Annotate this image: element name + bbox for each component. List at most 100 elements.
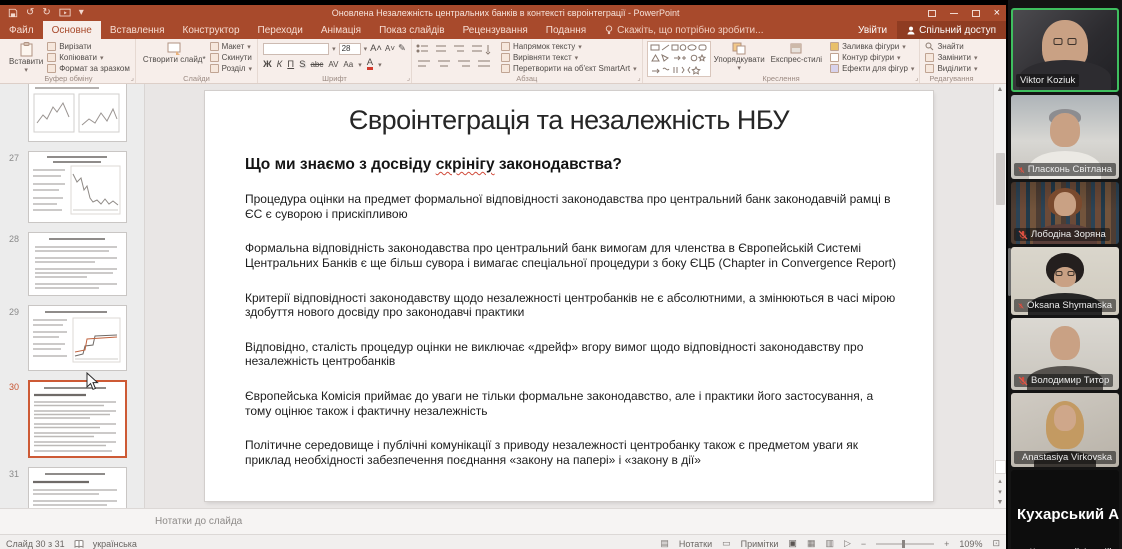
copy-button[interactable]: Копіювати▾ [46, 52, 131, 63]
drawing-dialog-launcher[interactable]: ⌟ [915, 74, 918, 82]
format-painter-button[interactable]: Формат за зразком [46, 63, 131, 74]
paste-button[interactable]: Вставити ▾ [6, 41, 46, 76]
redo-icon[interactable]: ↻ [42, 8, 50, 18]
sign-in-button[interactable]: Увійти [848, 21, 897, 39]
status-bar: Слайд 30 з 31 українська ▤ Нотатки ▭ При… [0, 534, 1006, 549]
shrink-font-button[interactable]: A˅ [385, 44, 395, 53]
grow-font-button[interactable]: A˄ [370, 43, 382, 54]
current-slide[interactable]: Євроінтеграція та незалежність НБУ Що ми… [205, 91, 933, 501]
next-slide-icon[interactable]: ▾ [998, 488, 1002, 496]
participant-tile[interactable]: Володимир Титор [1011, 318, 1119, 390]
slide-title[interactable]: Євроінтеграція та незалежність НБУ [205, 105, 933, 136]
new-slide-button[interactable]: Створити слайд* [140, 41, 209, 65]
restore-button[interactable] [972, 10, 980, 17]
previous-slide-icon[interactable]: ▴ [998, 477, 1002, 485]
thumbnail-slide-27[interactable]: 27 [0, 151, 144, 223]
zoom-slider[interactable] [876, 543, 934, 545]
participant-tile[interactable]: Пласконь Світлана [1011, 95, 1119, 179]
thumbnail-slide-31[interactable]: 31 [0, 467, 144, 508]
list-buttons-icons[interactable] [416, 43, 494, 55]
replace-button[interactable]: Замінити▾ [924, 52, 978, 63]
participant-tile[interactable]: Лободіна Зоряна [1011, 182, 1119, 244]
normal-view-button[interactable]: ▣ [788, 538, 797, 549]
tab-animations[interactable]: Анімація [312, 21, 370, 39]
tab-design[interactable]: Конструктор [174, 21, 249, 39]
scrollbar-page-area[interactable] [995, 460, 1006, 474]
notes-pane[interactable]: Нотатки до слайда [0, 508, 1006, 534]
font-name-combobox[interactable] [263, 43, 329, 55]
slide-sorter-view-button[interactable]: ▦ [807, 538, 816, 549]
tab-view[interactable]: Подання [537, 21, 595, 39]
arrange-button[interactable]: Упорядкувати ▾ [711, 41, 768, 74]
bold-button[interactable]: Ж [263, 59, 272, 70]
editor-scrollbar[interactable]: ▲ ▴ ▾ ▼ [993, 84, 1006, 508]
tab-review[interactable]: Рецензування [454, 21, 537, 39]
scroll-up-icon[interactable]: ▲ [997, 86, 1004, 93]
save-icon[interactable] [8, 8, 18, 18]
shape-fill-button[interactable]: Заливка фігури▾ [829, 41, 915, 52]
underline-button[interactable]: П [287, 59, 294, 70]
participant-tile[interactable]: Oksana Shymanska [1011, 247, 1119, 315]
slide-heading[interactable]: Що ми знаємо з досвіду скрінігу законода… [245, 156, 893, 174]
close-button[interactable]: × [994, 8, 1000, 19]
participant-tile-video-off[interactable]: Кухарський Андрій Кухарський Андрій [1011, 470, 1119, 549]
character-spacing-button[interactable]: AV [328, 60, 338, 69]
font-dialog-launcher[interactable]: ⌟ [407, 74, 410, 82]
share-button[interactable]: Спільний доступ [897, 21, 1006, 39]
find-button[interactable]: Знайти [924, 41, 978, 52]
alignment-buttons-icons[interactable] [416, 58, 494, 70]
slide-body-textbox[interactable]: Процедура оцінки на предмет формальної в… [245, 192, 899, 468]
section-button[interactable]: Розділ▾ [209, 63, 253, 74]
zoom-in-button[interactable]: + [944, 539, 949, 549]
thumbnail-slide-29[interactable]: 29 [0, 305, 144, 371]
cut-button[interactable]: Вирізати [46, 41, 131, 52]
slideshow-view-button[interactable]: ▷ [844, 538, 851, 549]
thumbnail-slide-28[interactable]: 28 [0, 232, 144, 296]
smartart-button[interactable]: Перетворити на об'єкт SmartArt▾ [500, 63, 638, 74]
reading-view-button[interactable]: ▥ [825, 538, 834, 549]
text-direction-button[interactable]: Напрямок тексту▾ [500, 41, 638, 52]
undo-icon[interactable]: ↺ [26, 8, 34, 18]
minimize-button[interactable] [950, 13, 958, 14]
change-case-button[interactable]: Aa [343, 60, 353, 69]
tab-slideshow[interactable]: Показ слайдів [370, 21, 454, 39]
scroll-down-icon[interactable]: ▼ [997, 499, 1004, 506]
shape-effects-button[interactable]: Ефекти для фігур▾ [829, 63, 915, 74]
tab-transitions[interactable]: Переходи [249, 21, 312, 39]
layout-button[interactable]: Макет▾ [209, 41, 253, 52]
fit-to-window-icon[interactable]: ⊡ [992, 538, 1000, 549]
thumbnail-slide-26[interactable] [0, 84, 144, 142]
align-text-button[interactable]: Вирівняти текст▾ [500, 52, 638, 63]
paragraph-dialog-launcher[interactable]: ⌟ [637, 74, 640, 82]
text-shadow-button[interactable]: S [299, 59, 305, 70]
comments-toggle-button[interactable]: Примітки [741, 539, 779, 549]
shape-outline-button[interactable]: Контур фігури▾ [829, 52, 915, 63]
strikethrough-button[interactable]: abc [310, 60, 323, 69]
participant-tile-active[interactable]: Viktor Koziuk [1011, 8, 1119, 92]
scrollbar-thumb[interactable] [996, 153, 1005, 205]
thumbnail-slide-30-selected[interactable]: 30 [0, 380, 144, 458]
spellcheck-book-icon[interactable] [74, 540, 84, 548]
participant-tile[interactable]: Anastasiya Virkovska [1011, 393, 1119, 467]
tab-home[interactable]: Основне [43, 21, 101, 39]
select-button[interactable]: Виділити▾ [924, 63, 978, 74]
start-slideshow-icon[interactable] [59, 8, 71, 18]
zoom-out-button[interactable]: − [861, 539, 866, 549]
zoom-slider-knob[interactable] [902, 540, 905, 548]
tab-file[interactable]: Файл [0, 21, 43, 39]
zoom-level[interactable]: 109% [959, 539, 982, 549]
reset-button[interactable]: Скинути [209, 52, 253, 63]
clear-formatting-button[interactable]: ✎ [398, 43, 406, 54]
quick-styles-button[interactable]: Експрес-стилі [768, 41, 825, 65]
shapes-gallery[interactable] [647, 41, 711, 77]
notes-toggle-button[interactable]: Нотатки [679, 539, 712, 549]
tell-me-box[interactable]: Скажіть, що потрібно зробити... [595, 21, 773, 39]
font-size-combobox[interactable]: 28 [339, 43, 361, 55]
font-color-button[interactable]: A [367, 59, 373, 71]
italic-button[interactable]: К [277, 59, 283, 70]
clipboard-dialog-launcher[interactable]: ⌟ [131, 74, 134, 82]
language-indicator[interactable]: українська [93, 539, 137, 549]
tab-insert[interactable]: Вставлення [101, 21, 174, 39]
video-panel-scrollbar-thumb[interactable] [1008, 248, 1011, 296]
ribbon-display-options-icon[interactable] [928, 10, 936, 17]
